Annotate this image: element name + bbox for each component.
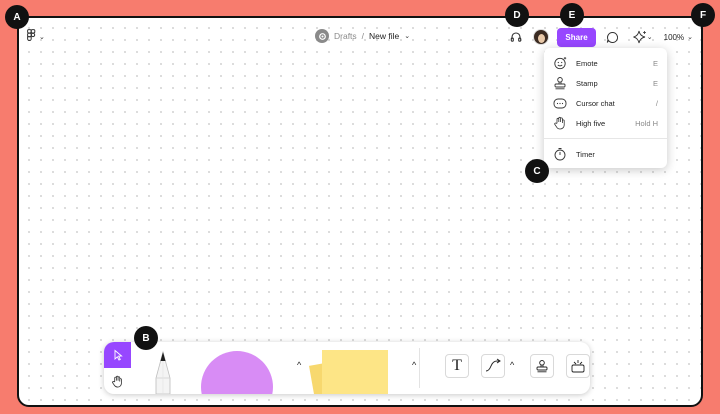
sticky-chevron-up-icon[interactable]: ^ xyxy=(412,360,416,370)
timer-icon xyxy=(553,147,567,161)
stamp-tool[interactable] xyxy=(530,354,554,378)
menu-item-label: High five xyxy=(576,118,606,128)
actions-menu: Emote E Stamp E Cursor chat / High five … xyxy=(544,48,667,168)
menu-item-shortcut: Hold H xyxy=(635,118,658,128)
breadcrumb-separator: / xyxy=(361,31,365,41)
right-toolbar: Share ⌄ 100% ⌄ xyxy=(499,26,693,48)
stamp-icon xyxy=(553,76,567,90)
menu-item-emote[interactable]: Emote E xyxy=(544,53,667,73)
menu-item-timer[interactable]: Timer xyxy=(544,144,667,164)
emote-icon xyxy=(553,56,567,70)
audio-headphones-icon[interactable] xyxy=(507,28,525,46)
hand-icon xyxy=(112,375,122,387)
annotation-marker-d: D xyxy=(505,3,529,27)
chevron-down-icon[interactable]: ⌄ xyxy=(404,32,410,40)
sticky-tool[interactable] xyxy=(322,350,388,394)
menu-item-shortcut: E xyxy=(652,58,658,68)
move-tool[interactable] xyxy=(104,342,131,368)
comment-icon[interactable] xyxy=(604,28,622,46)
chevron-down-icon: ⌄ xyxy=(687,34,693,41)
shape-tool[interactable] xyxy=(201,351,273,394)
annotation-marker-b: B xyxy=(134,326,158,350)
user-avatar[interactable] xyxy=(533,29,550,45)
menu-item-label: Cursor chat xyxy=(576,98,615,108)
zoom-level: 100% xyxy=(663,32,685,42)
annotation-marker-a: A xyxy=(5,5,29,29)
main-menu-button[interactable]: ⌄ xyxy=(27,28,45,46)
menu-item-cursor-chat[interactable]: Cursor chat / xyxy=(544,93,667,113)
toolbar-divider xyxy=(419,348,420,388)
pencil-icon xyxy=(155,350,171,394)
share-button[interactable]: Share xyxy=(557,27,596,47)
menu-divider xyxy=(544,138,667,139)
widgets-icon xyxy=(571,360,585,373)
connector-icon xyxy=(485,358,501,372)
bottom-toolbar: ^ ^ T ^ xyxy=(104,342,590,394)
canvas-window[interactable]: ⌄ Drafts / New file ⌄ Share ⌄ 100% ⌄ Emo… xyxy=(17,16,703,407)
shapes-chevron-up-icon[interactable]: ^ xyxy=(297,360,301,370)
team-avatar[interactable] xyxy=(315,29,329,43)
annotation-marker-f: F xyxy=(691,3,715,27)
breadcrumb-folder[interactable]: Drafts xyxy=(334,31,357,41)
menu-item-label: Stamp xyxy=(576,78,598,88)
breadcrumb: Drafts / New file ⌄ xyxy=(315,29,410,43)
cursor-chat-icon xyxy=(553,96,567,110)
menu-item-label: Emote xyxy=(576,58,598,68)
actions-sparkle-button[interactable]: ⌄ xyxy=(630,28,656,46)
widget-tool[interactable] xyxy=(566,354,590,378)
file-name[interactable]: New file xyxy=(369,31,399,41)
menu-item-shortcut: / xyxy=(655,98,658,108)
text-icon: T xyxy=(452,357,462,374)
annotation-marker-c: C xyxy=(525,159,549,183)
text-tool[interactable]: T xyxy=(445,354,469,378)
high-five-icon xyxy=(553,116,567,130)
chevron-down-icon: ⌄ xyxy=(39,34,45,41)
menu-item-shortcut: E xyxy=(652,78,658,88)
menu-item-stamp[interactable]: Stamp E xyxy=(544,73,667,93)
figjam-logo-icon xyxy=(27,28,36,46)
zoom-menu[interactable]: 100% ⌄ xyxy=(664,33,693,42)
connector-tool[interactable] xyxy=(481,354,505,378)
chevron-down-icon: ⌄ xyxy=(646,34,653,41)
hand-tool[interactable] xyxy=(104,368,131,394)
cursor-arrow-icon xyxy=(114,349,123,361)
pencil-tool[interactable] xyxy=(149,348,177,394)
stamp-icon xyxy=(536,360,548,373)
annotation-marker-e: E xyxy=(560,3,584,27)
sparkle-icon xyxy=(633,30,646,44)
menu-item-high-five[interactable]: High five Hold H xyxy=(544,113,667,133)
menu-item-label: Timer xyxy=(576,149,595,159)
connector-chevron-up-icon[interactable]: ^ xyxy=(510,360,514,370)
